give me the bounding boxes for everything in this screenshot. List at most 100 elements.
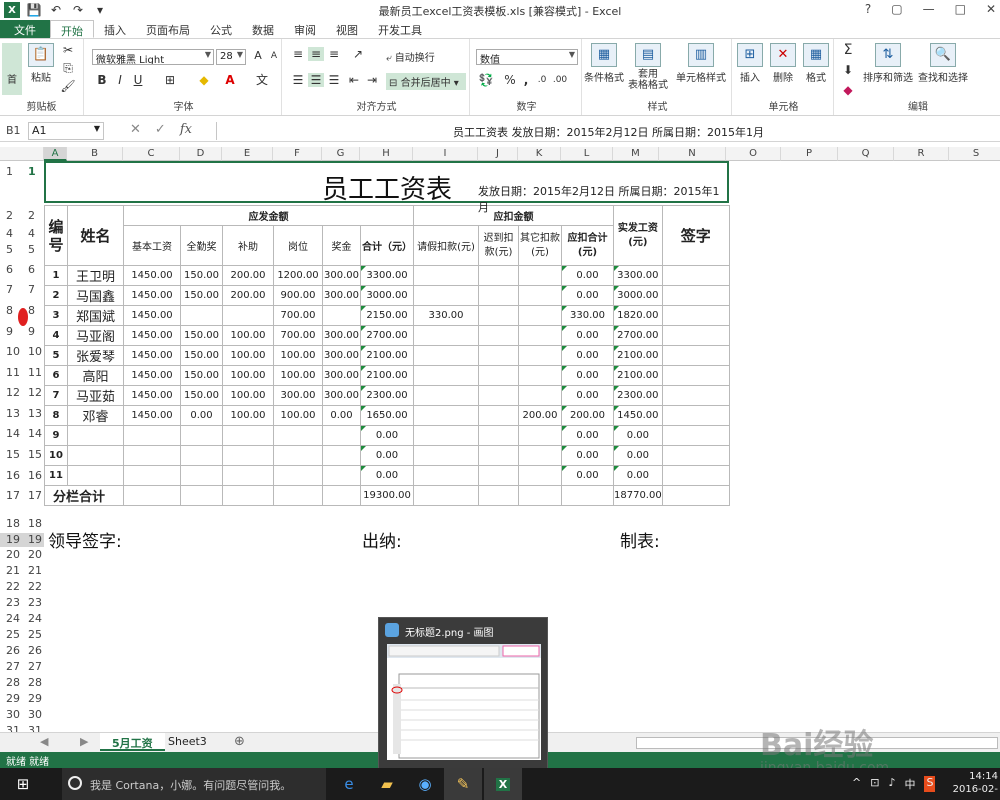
partial-button[interactable]: 首 — [2, 43, 22, 95]
cell-position[interactable]: 100.00 — [273, 365, 323, 386]
cell-sign[interactable] — [661, 305, 730, 326]
header-other-deduction[interactable]: 其它扣款 (元) — [518, 225, 562, 266]
cell-attend[interactable]: 0.00 — [180, 405, 223, 426]
maximize-button[interactable]: □ — [955, 2, 966, 16]
header-signature[interactable]: 签字 — [661, 205, 730, 266]
cell-no[interactable]: 4 — [44, 325, 68, 346]
row-header[interactable]: 19 19 — [0, 533, 44, 547]
cell-net[interactable]: 0.00 — [613, 465, 663, 486]
cell-position[interactable] — [273, 445, 323, 466]
redo-icon[interactable]: ↷ — [70, 3, 86, 17]
header-base-salary[interactable]: 基本工资 — [123, 225, 181, 266]
font-name-combo[interactable]: 微软雅黑 Light ▼ — [92, 49, 214, 65]
cell-leave[interactable] — [413, 385, 479, 406]
cell-base[interactable]: 1450.00 — [123, 265, 181, 286]
column-header[interactable]: P — [781, 147, 838, 161]
autosum-icon[interactable]: Σ — [840, 43, 856, 57]
row-header[interactable]: 12 12 — [0, 386, 44, 400]
name-box[interactable]: A1 ▼ — [28, 122, 104, 140]
cell-leave[interactable] — [413, 285, 479, 306]
cell-bonus[interactable]: 300.00 — [322, 385, 361, 406]
cell-leave[interactable] — [413, 465, 479, 486]
cell-name[interactable]: 马国鑫 — [67, 285, 124, 306]
column-header[interactable]: J — [478, 147, 518, 161]
cell-deduct-total[interactable]: 0.00 — [561, 345, 614, 366]
cell-allow[interactable]: 100.00 — [222, 345, 274, 366]
cell-base[interactable]: 1450.00 — [123, 405, 181, 426]
tab-insert[interactable]: 插入 — [94, 20, 136, 38]
cell-late[interactable] — [478, 405, 519, 426]
row-header[interactable]: 28 28 — [0, 676, 44, 690]
save-icon[interactable]: 💾 — [26, 3, 42, 17]
row-header[interactable]: 99 — [0, 325, 44, 339]
cell-deduct-total[interactable]: 200.00 — [561, 405, 614, 426]
cell-deduct-total[interactable]: 0.00 — [561, 465, 614, 486]
cell-name[interactable]: 张爱琴 — [67, 345, 124, 366]
row-header[interactable]: 31 31 — [0, 724, 44, 732]
row-header[interactable]: 22 — [0, 209, 44, 223]
cell-name[interactable] — [67, 465, 124, 486]
cell-leave[interactable] — [413, 425, 479, 446]
row-header[interactable]: 27 27 — [0, 660, 44, 674]
cell-position[interactable]: 700.00 — [273, 305, 323, 326]
column-header[interactable]: K — [518, 147, 561, 161]
total-empty-cell[interactable] — [561, 485, 614, 506]
cell-deduct-total[interactable]: 330.00 — [561, 305, 614, 326]
column-header[interactable]: I — [413, 147, 478, 161]
row-header[interactable]: 18 18 — [0, 517, 44, 531]
cell-late[interactable] — [478, 465, 519, 486]
cell-base[interactable]: 1450.00 — [123, 345, 181, 366]
cell-name[interactable] — [67, 445, 124, 466]
column-header[interactable]: E — [222, 147, 273, 161]
column-header[interactable]: R — [894, 147, 949, 161]
cell-late[interactable] — [478, 445, 519, 466]
cell-bonus[interactable] — [322, 465, 361, 486]
column-header[interactable]: M — [613, 147, 659, 161]
row-header[interactable]: 20 20 — [0, 548, 44, 562]
tab-home[interactable]: 开始 — [50, 20, 94, 38]
cell-other[interactable] — [518, 305, 562, 326]
cell-no[interactable]: 3 — [44, 305, 68, 326]
select-all-corner[interactable] — [0, 147, 44, 161]
total-empty-cell[interactable] — [123, 485, 181, 506]
cell-net[interactable]: 2300.00 — [613, 385, 663, 406]
cell-base[interactable]: 1450.00 — [123, 365, 181, 386]
total-earn-cell[interactable]: 19300.00 — [360, 485, 414, 506]
border-icon[interactable]: ⊞ — [162, 73, 178, 87]
cell-late[interactable] — [478, 305, 519, 326]
cell-deduct-total[interactable]: 0.00 — [561, 365, 614, 386]
tray-chevron-icon[interactable]: ^ — [852, 776, 861, 792]
cell-base[interactable]: 1450.00 — [123, 305, 181, 326]
total-empty-cell[interactable] — [222, 485, 274, 506]
cell-other[interactable] — [518, 365, 562, 386]
cell-leave[interactable] — [413, 265, 479, 286]
cell-deduct-total[interactable]: 0.00 — [561, 385, 614, 406]
cell-earn-total[interactable]: 2100.00 — [360, 345, 414, 366]
cell-attend[interactable]: 150.00 — [180, 285, 223, 306]
cell-allow[interactable]: 200.00 — [222, 285, 274, 306]
cell-no[interactable]: 2 — [44, 285, 68, 306]
phonetic-icon[interactable]: 文 — [254, 73, 270, 87]
tab-view[interactable]: 视图 — [326, 20, 368, 38]
cell-bonus[interactable]: 0.00 — [322, 405, 361, 426]
cancel-icon[interactable]: ✕ — [130, 122, 141, 137]
cell-bonus[interactable] — [322, 425, 361, 446]
cell-leave[interactable] — [413, 365, 479, 386]
cell-style-button[interactable]: ▥ 单元格样式 — [672, 43, 730, 84]
volume-icon[interactable]: ♪ — [888, 776, 895, 792]
cell-attend[interactable] — [180, 445, 223, 466]
align-bottom-icon[interactable]: ≡ — [326, 47, 342, 61]
column-header[interactable]: N — [659, 147, 726, 161]
find-select-button[interactable]: 🔍 查找和选择 — [916, 43, 970, 84]
total-label[interactable]: 分栏合计 — [44, 485, 124, 506]
cell-net[interactable]: 3300.00 — [613, 265, 663, 286]
header-no[interactable]: 编 号 — [44, 205, 68, 266]
row-header[interactable]: 15 15 — [0, 448, 44, 462]
tab-review[interactable]: 审阅 — [284, 20, 326, 38]
row-header[interactable]: 10 10 — [0, 345, 44, 359]
cell-sign[interactable] — [661, 265, 730, 286]
cell-attend[interactable] — [180, 425, 223, 446]
increase-indent-icon[interactable]: ⇥ — [364, 73, 380, 87]
cell-earn-total[interactable]: 2100.00 — [360, 365, 414, 386]
row-header[interactable]: 77 — [0, 283, 44, 297]
